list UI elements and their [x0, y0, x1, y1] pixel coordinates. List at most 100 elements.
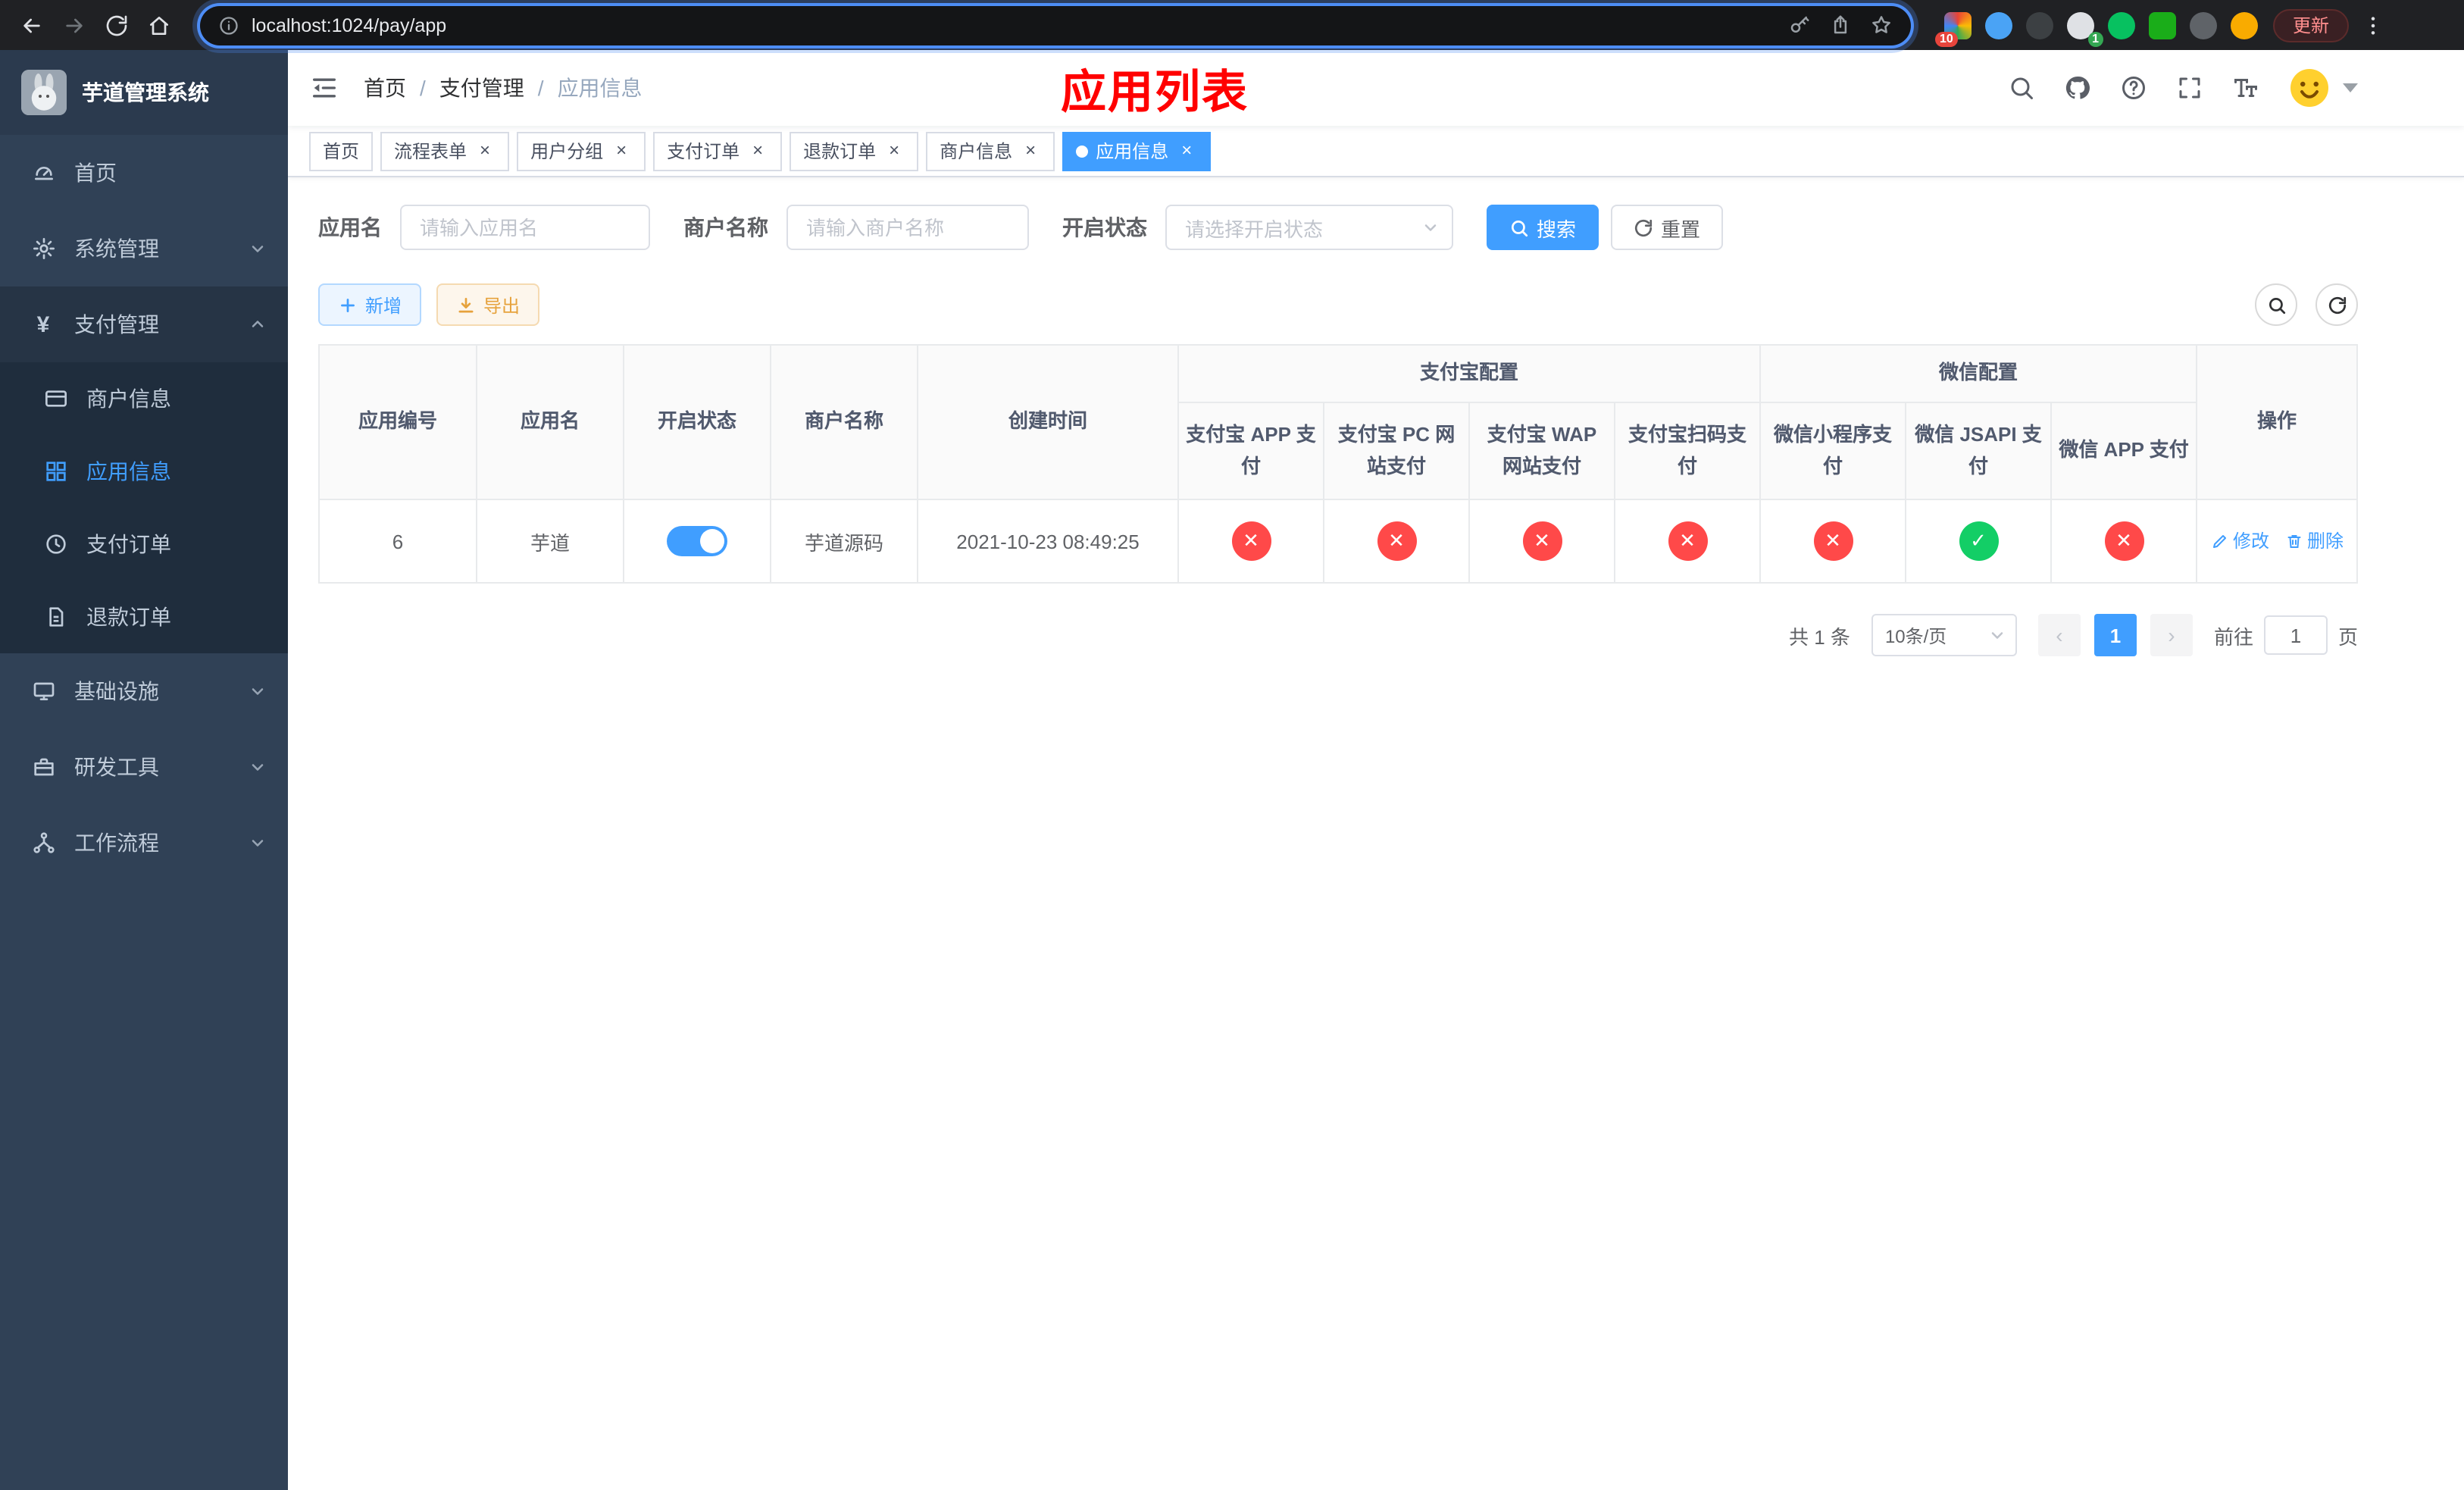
extension-icon-7[interactable]: [2189, 11, 2217, 39]
font-size-icon[interactable]: [2231, 73, 2261, 103]
tab-home[interactable]: 首页: [309, 131, 374, 171]
alipay-pc-status-icon: ✕: [1377, 521, 1416, 561]
breadcrumb-separator: /: [537, 76, 544, 100]
browser-menu-button[interactable]: [2352, 5, 2385, 45]
extension-icon-8[interactable]: [2230, 11, 2258, 39]
cell-create-time: 2021-10-23 08:49:25: [917, 499, 1179, 584]
extensions-area: 10 1: [1934, 11, 2258, 46]
sidebar-item-home[interactable]: 首页: [0, 135, 288, 211]
sidebar-subitem-pay-order[interactable]: 支付订单: [0, 508, 288, 581]
sidebar-item-workflow[interactable]: 工作流程: [0, 805, 288, 881]
reset-button[interactable]: 重置: [1611, 205, 1724, 250]
extension-icon-6[interactable]: [2148, 11, 2176, 39]
status-toggle[interactable]: [667, 526, 727, 556]
extension-icon-4[interactable]: 1: [2066, 11, 2103, 46]
breadcrumb: 首页 / 支付管理 / 应用信息: [364, 73, 643, 103]
sidebar-item-infrastructure[interactable]: 基础设施: [0, 653, 288, 729]
merchant-name-input[interactable]: [786, 205, 1029, 250]
goto-page-input[interactable]: [2263, 615, 2328, 655]
bookmark-star-icon[interactable]: [1870, 14, 1893, 36]
tab-close-icon[interactable]: ×: [747, 139, 768, 161]
tab-close-icon[interactable]: ×: [1020, 139, 1041, 161]
grid-icon: [42, 459, 68, 484]
password-key-icon[interactable]: [1788, 14, 1811, 36]
url-text: localhost:1024/pay/app: [252, 14, 447, 36]
add-button[interactable]: 新增: [318, 283, 422, 326]
tab-close-icon[interactable]: ×: [474, 139, 496, 161]
sidebar-item-system-mgmt[interactable]: 系统管理: [0, 211, 288, 286]
tab-close-icon[interactable]: ×: [883, 139, 905, 161]
sidebar-subitem-app-info[interactable]: 应用信息: [0, 435, 288, 508]
tab-close-icon[interactable]: ×: [611, 139, 632, 161]
tab-process-form[interactable]: 流程表单 ×: [380, 131, 510, 171]
user-avatar[interactable]: [2287, 65, 2358, 111]
app-logo: 芋道管理系统: [0, 50, 288, 135]
flow-icon: [30, 830, 56, 856]
extension-badge: 10: [1934, 31, 1958, 46]
extension-icon-5[interactable]: [2107, 11, 2135, 39]
browser-reload-button[interactable]: [97, 5, 136, 45]
alipay-app-status-icon: ✕: [1231, 521, 1271, 561]
delete-button[interactable]: 删除: [2284, 528, 2344, 554]
clock-icon: [42, 531, 68, 557]
row-actions: 修改 删除: [2210, 528, 2344, 554]
page-1-button[interactable]: 1: [2093, 614, 2137, 656]
tab-pay-order[interactable]: 支付订单 ×: [653, 131, 783, 171]
tab-app-info[interactable]: 应用信息 ×: [1062, 131, 1212, 171]
chevron-down-icon: [1988, 626, 2006, 644]
header-search-icon[interactable]: [2006, 73, 2037, 103]
extension-icon-2[interactable]: [1984, 11, 2012, 39]
card-icon: [42, 386, 68, 412]
breadcrumb-home[interactable]: 首页: [364, 73, 406, 103]
sidebar-toggle-button[interactable]: [309, 71, 342, 105]
tab-refund-order[interactable]: 退款订单 ×: [790, 131, 919, 171]
tab-merchant-info[interactable]: 商户信息 ×: [926, 131, 1055, 171]
browser-home-button[interactable]: [139, 5, 179, 45]
browser-update-button[interactable]: 更新: [2272, 8, 2349, 42]
browser-forward-button[interactable]: [55, 5, 94, 45]
status-select[interactable]: 请选择开启状态: [1165, 205, 1453, 250]
sidebar-subitem-merchant-info[interactable]: 商户信息: [0, 362, 288, 435]
address-bar[interactable]: localhost:1024/pay/app: [200, 5, 1911, 45]
table-toolbar: 新增 导出: [318, 283, 2358, 326]
col-wechat-app: 微信 APP 支付: [2050, 402, 2198, 500]
page-size-select[interactable]: 10条/页: [1871, 614, 2017, 656]
edit-button[interactable]: 修改: [2210, 528, 2269, 554]
tab-user-group[interactable]: 用户分组 ×: [517, 131, 646, 171]
col-create-time: 创建时间: [917, 344, 1179, 500]
col-group-alipay: 支付宝配置: [1177, 344, 1762, 403]
col-status: 开启状态: [623, 344, 771, 500]
sidebar-item-dev-tools[interactable]: 研发工具: [0, 729, 288, 805]
extension-icon-3[interactable]: [2025, 11, 2053, 39]
tab-close-icon[interactable]: ×: [1176, 139, 1197, 161]
help-icon[interactable]: [2118, 73, 2149, 103]
prev-page-button[interactable]: ‹: [2037, 614, 2081, 656]
next-page-button[interactable]: ›: [2150, 614, 2193, 656]
wechat-app-status-icon: ✕: [2104, 521, 2144, 561]
site-info-icon[interactable]: [218, 14, 239, 36]
share-icon[interactable]: [1829, 14, 1852, 36]
status-label: 开启状态: [1062, 215, 1147, 239]
col-actions: 操作: [2196, 344, 2358, 500]
export-button[interactable]: 导出: [436, 283, 540, 326]
app-name-input[interactable]: [400, 205, 650, 250]
toggle-search-button[interactable]: [2255, 283, 2297, 326]
sidebar: 芋道管理系统 首页 系统管理 ¥ 支付管理 商户信息 应用信息 支付订单 退款订…: [0, 50, 288, 1490]
sidebar-subitem-refund-order[interactable]: 退款订单: [0, 581, 288, 653]
refresh-table-button[interactable]: [2315, 283, 2358, 326]
col-alipay-pc: 支付宝 PC 网站支付: [1323, 402, 1470, 500]
chevron-down-icon: [249, 239, 267, 258]
breadcrumb-payment[interactable]: 支付管理: [439, 73, 524, 103]
extension-icon-1[interactable]: 10: [1934, 11, 1972, 46]
merchant-name-label: 商户名称: [683, 215, 768, 239]
sidebar-menu: 首页 系统管理 ¥ 支付管理 商户信息 应用信息 支付订单 退款订单 基础设施 …: [0, 135, 288, 881]
browser-back-button[interactable]: [12, 5, 52, 45]
sidebar-item-payment-mgmt[interactable]: ¥ 支付管理: [0, 286, 288, 362]
col-group-wechat: 微信配置: [1759, 344, 2198, 403]
github-icon[interactable]: [2062, 73, 2093, 103]
chevron-down-icon: [249, 834, 267, 852]
fullscreen-icon[interactable]: [2175, 73, 2205, 103]
breadcrumb-current: 应用信息: [557, 76, 643, 100]
payment-submenu: 商户信息 应用信息 支付订单 退款订单: [0, 362, 288, 653]
search-button[interactable]: 搜索: [1487, 205, 1599, 250]
